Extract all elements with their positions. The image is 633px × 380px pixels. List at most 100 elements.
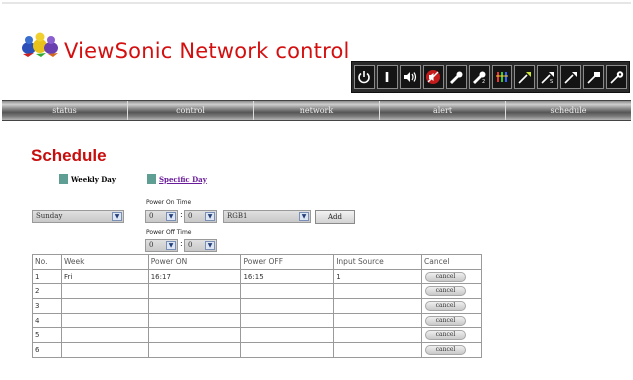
- row-power-on: [147, 298, 242, 314]
- row-input-source: [333, 327, 422, 344]
- input-av-icon[interactable]: [445, 65, 467, 89]
- tab-network[interactable]: network: [254, 101, 380, 120]
- time-separator: :: [180, 210, 183, 219]
- row-power-off: [240, 342, 335, 358]
- viewsonic-birds-logo-icon: [22, 32, 58, 57]
- row-cancel-cell: cancel: [421, 327, 482, 344]
- row-input-source: 1: [333, 268, 422, 285]
- row-power-on: [147, 327, 242, 344]
- row-power-off: [240, 312, 335, 329]
- column-header-power-off: Power OFF: [240, 254, 335, 270]
- row-input-source: [333, 283, 422, 300]
- column-header-input-source: Input Source: [333, 254, 422, 270]
- input-source-value: RGB1: [227, 212, 248, 220]
- power-on-minute-value: 0: [188, 212, 193, 220]
- schedule-table: No. Week Power ON Power OFF Input Source…: [32, 254, 482, 358]
- page-title: Schedule: [31, 146, 107, 165]
- table-row: 1 Fri 16:17 16:15 1 cancel: [32, 268, 482, 285]
- chevron-down-icon: ▼: [205, 212, 215, 221]
- chevron-down-icon: ▼: [205, 241, 215, 250]
- row-power-on: [147, 342, 242, 358]
- page-frame: ViewSonic Network control 2 S status con…: [2, 2, 631, 376]
- row-week: [60, 283, 149, 300]
- power-on-icon[interactable]: [376, 65, 398, 89]
- power-on-hour-select[interactable]: 0 ▼: [145, 210, 178, 223]
- time-separator: :: [180, 239, 183, 248]
- cancel-button[interactable]: cancel: [425, 271, 466, 282]
- column-header-no: No.: [32, 254, 62, 270]
- row-power-on: 16:17: [147, 268, 242, 285]
- input-hdmi-icon[interactable]: [583, 65, 605, 89]
- chevron-down-icon: ▼: [112, 212, 122, 221]
- row-power-off: [240, 283, 335, 300]
- power-on-minute-select[interactable]: 0 ▼: [184, 210, 217, 223]
- input-s-video-icon[interactable]: 2: [468, 65, 490, 89]
- mute-icon[interactable]: [422, 65, 444, 89]
- day-select[interactable]: Sunday ▼: [32, 210, 124, 223]
- power-off-hour-value: 0: [149, 241, 154, 249]
- table-row: 2 cancel: [32, 283, 482, 300]
- row-cancel-cell: cancel: [421, 298, 482, 314]
- power-off-minute-select[interactable]: 0 ▼: [184, 239, 217, 252]
- row-input-source: [333, 342, 422, 358]
- row-cancel-cell: cancel: [421, 268, 482, 285]
- row-week: [60, 312, 149, 329]
- cancel-button[interactable]: cancel: [425, 344, 466, 355]
- row-no: 2: [32, 283, 62, 300]
- tab-schedule[interactable]: schedule: [506, 101, 631, 120]
- specific-day-link[interactable]: Specific Day: [147, 174, 207, 184]
- row-cancel-cell: cancel: [421, 283, 482, 300]
- cancel-button[interactable]: cancel: [425, 330, 466, 341]
- cancel-button[interactable]: cancel: [425, 300, 466, 311]
- legend-swatch: [147, 174, 156, 184]
- chevron-down-icon: ▼: [299, 212, 309, 221]
- tab-control[interactable]: control: [128, 101, 254, 120]
- table-row: 3 cancel: [32, 298, 482, 314]
- row-cancel-cell: cancel: [421, 312, 482, 329]
- table-header-row: No. Week Power ON Power OFF Input Source…: [32, 254, 482, 270]
- input-component-icon[interactable]: [491, 65, 513, 89]
- row-no: 6: [32, 342, 62, 358]
- legend-swatch: [59, 174, 68, 184]
- main-navbar: status control network alert schedule: [2, 100, 631, 121]
- column-header-power-on: Power ON: [147, 254, 242, 270]
- tab-status[interactable]: status: [2, 101, 128, 120]
- specific-day-label: Specific Day: [159, 174, 207, 184]
- row-no: 3: [32, 298, 62, 314]
- day-select-value: Sunday: [36, 212, 63, 220]
- row-cancel-cell: cancel: [421, 342, 482, 358]
- power-on-time-label: Power On Time: [146, 199, 192, 206]
- row-no: 4: [32, 312, 62, 329]
- row-input-source: [333, 312, 422, 329]
- input-rgb-icon[interactable]: [560, 65, 582, 89]
- tab-alert[interactable]: alert: [380, 101, 506, 120]
- input-source-select[interactable]: RGB1 ▼: [223, 210, 311, 223]
- input-toolbar: 2 S: [351, 61, 630, 93]
- cancel-button[interactable]: cancel: [425, 286, 466, 297]
- row-power-on: [147, 283, 242, 300]
- volume-icon[interactable]: [399, 65, 421, 89]
- svg-text:S: S: [550, 79, 553, 84]
- input-s-icon[interactable]: S: [537, 65, 559, 89]
- row-power-off: [240, 298, 335, 314]
- svg-text:2: 2: [482, 79, 485, 84]
- row-no: 1: [32, 268, 62, 285]
- row-week: [60, 298, 149, 314]
- add-button[interactable]: Add: [315, 210, 355, 224]
- cancel-button[interactable]: cancel: [425, 315, 466, 326]
- power-off-hour-select[interactable]: 0 ▼: [145, 239, 178, 252]
- weekly-day-label: Weekly Day: [71, 174, 116, 184]
- row-no: 5: [32, 327, 62, 344]
- weekly-day-tab[interactable]: Weekly Day: [59, 174, 116, 184]
- row-power-off: 16:15: [240, 268, 335, 285]
- column-header-cancel: Cancel: [421, 254, 482, 270]
- chevron-down-icon: ▼: [166, 241, 176, 250]
- row-week: Fri: [60, 268, 149, 285]
- app-title: ViewSonic Network control: [64, 39, 350, 63]
- input-dtv-icon[interactable]: [606, 65, 628, 89]
- power-standby-icon[interactable]: [354, 65, 375, 89]
- input-dvi-icon[interactable]: [514, 65, 536, 89]
- row-input-source: [333, 298, 422, 314]
- table-row: 5 cancel: [32, 327, 482, 344]
- power-off-minute-value: 0: [188, 241, 193, 249]
